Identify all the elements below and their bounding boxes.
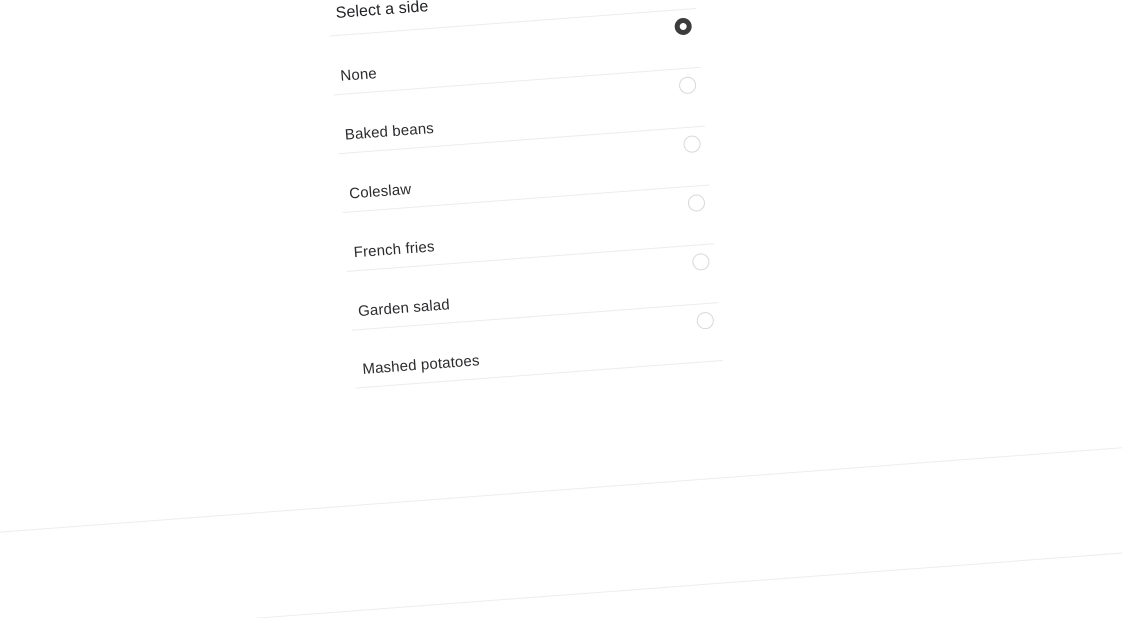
radio-indicator-garden-salad[interactable] — [691, 252, 710, 271]
radio-label-coleslaw: Coleslaw — [348, 180, 412, 203]
section-divider-upper — [0, 435, 1122, 541]
side-radio-group: Select a side None Baked beans Coleslaw … — [327, 0, 723, 389]
radio-label-mashed-potatoes: Mashed potatoes — [361, 352, 481, 378]
radio-label-baked-beans: Baked beans — [344, 119, 435, 144]
radio-indicator-coleslaw[interactable] — [682, 135, 702, 154]
radio-label-french-fries: French fries — [353, 238, 436, 262]
radio-indicator-baked-beans[interactable] — [678, 76, 697, 95]
section-divider-lower — [0, 540, 1122, 618]
radio-indicator-mashed-potatoes[interactable] — [696, 311, 715, 330]
screenshot-viewport: Select a side None Baked beans Coleslaw … — [0, 0, 1122, 618]
radio-indicator-none[interactable] — [674, 17, 693, 36]
radio-indicator-french-fries[interactable] — [687, 193, 706, 213]
page-sheet: Select a side None Baked beans Coleslaw … — [0, 0, 1122, 618]
radio-label-garden-salad: Garden salad — [357, 296, 451, 321]
radio-label-none: None — [339, 65, 378, 85]
